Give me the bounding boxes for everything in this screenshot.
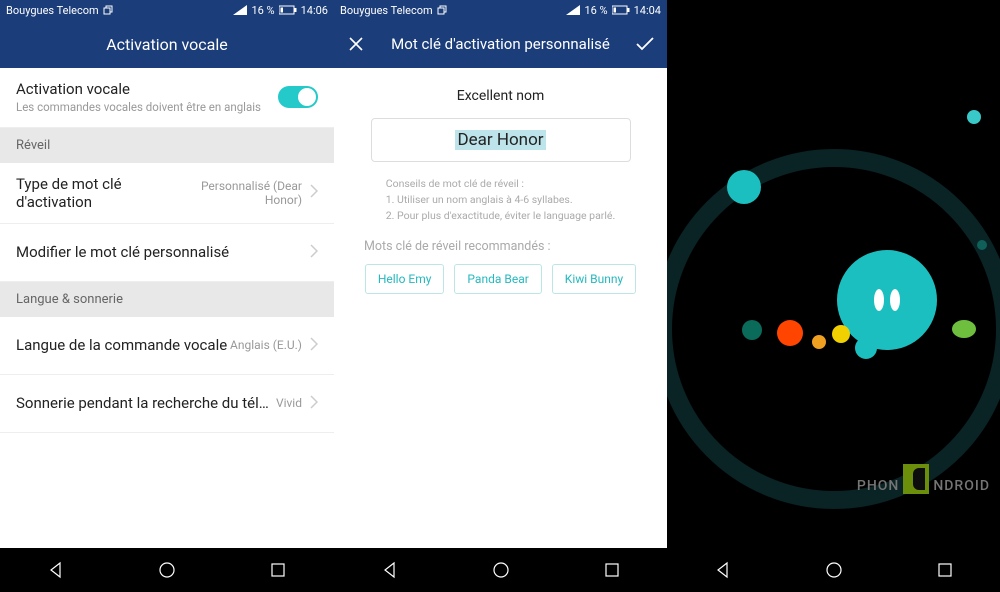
popup-icon bbox=[437, 5, 447, 15]
app-bar-title: Activation vocale bbox=[106, 35, 228, 54]
clock-text: 14:04 bbox=[634, 4, 661, 17]
chevron-right-icon bbox=[310, 243, 318, 262]
eye-icon bbox=[890, 289, 900, 311]
app-bar: Activation vocale bbox=[0, 20, 334, 68]
battery-text: 16 % bbox=[584, 4, 607, 17]
nav-back-button[interactable] bbox=[693, 555, 753, 585]
row-primary: Sonnerie pendant la recherche du tél… bbox=[16, 394, 276, 412]
keyword-input-value: Dear Honor bbox=[455, 130, 545, 150]
toggle-switch[interactable] bbox=[278, 86, 318, 108]
close-button[interactable] bbox=[344, 32, 368, 56]
screen-custom-keyword: Bouygues Telecom 16 % 14:04 Mot clé d'ac… bbox=[334, 0, 667, 592]
row-value: Anglais (E.U.) bbox=[230, 338, 302, 352]
row-sonnerie[interactable]: Sonnerie pendant la recherche du tél… Vi… bbox=[0, 375, 334, 433]
planet-dot bbox=[832, 325, 850, 343]
section-header-reveil: Réveil bbox=[0, 128, 334, 163]
nav-home-button[interactable] bbox=[137, 555, 197, 585]
nav-recents-button[interactable] bbox=[248, 555, 308, 585]
row-type-activation[interactable]: Type de mot clé d'activation Personnalis… bbox=[0, 163, 334, 224]
watermark-logo-icon bbox=[903, 464, 929, 494]
row-modify-keyword[interactable]: Modifier le mot clé personnalisé bbox=[0, 224, 334, 282]
nav-back-button[interactable] bbox=[360, 555, 420, 585]
screen-activation-vocale: Bouygues Telecom 16 % 14:06 Activation v… bbox=[0, 0, 334, 592]
watermark-text: PHON bbox=[857, 478, 899, 494]
nav-bar bbox=[334, 548, 667, 592]
keyword-input[interactable]: Dear Honor bbox=[371, 118, 631, 162]
planet-dot bbox=[855, 337, 877, 359]
planet-dot bbox=[812, 335, 826, 349]
nav-bar bbox=[667, 548, 1000, 592]
nav-back-button[interactable] bbox=[26, 555, 86, 585]
battery-icon bbox=[279, 5, 297, 15]
popup-icon bbox=[103, 5, 113, 15]
feedback-label: Excellent nom bbox=[457, 88, 545, 104]
assistant-visualization: PHON NDROID bbox=[667, 0, 1000, 548]
tips-text: Conseils de mot clé de réveil : 1. Utili… bbox=[386, 176, 615, 223]
signal-icon bbox=[233, 5, 247, 15]
row-primary: Modifier le mot clé personnalisé bbox=[16, 243, 310, 261]
row-primary: Type de mot clé d'activation bbox=[16, 175, 192, 211]
carrier-label: Bouygues Telecom bbox=[6, 4, 99, 17]
chevron-right-icon bbox=[310, 336, 318, 355]
signal-icon bbox=[566, 5, 580, 15]
row-value: Vivid bbox=[276, 396, 302, 410]
row-primary: Activation vocale bbox=[16, 80, 278, 98]
chevron-right-icon bbox=[310, 183, 318, 202]
planet-dot bbox=[967, 110, 981, 124]
nav-recents-button[interactable] bbox=[582, 555, 642, 585]
nav-home-button[interactable] bbox=[804, 555, 864, 585]
watermark-text: NDROID bbox=[933, 478, 990, 494]
watermark: PHON NDROID bbox=[857, 464, 990, 494]
section-header-langue: Langue & sonnerie bbox=[0, 282, 334, 317]
clock-text: 14:06 bbox=[301, 4, 328, 17]
nav-home-button[interactable] bbox=[471, 555, 531, 585]
row-secondary: Les commandes vocales doivent être en an… bbox=[16, 100, 278, 115]
settings-list: Activation vocale Les commandes vocales … bbox=[0, 68, 334, 548]
battery-icon bbox=[612, 5, 630, 15]
status-bar: Bouygues Telecom 16 % 14:04 bbox=[334, 0, 667, 20]
planet-dot bbox=[727, 170, 761, 204]
planet-dot bbox=[977, 240, 987, 250]
chevron-right-icon bbox=[310, 394, 318, 413]
carrier-label: Bouygues Telecom bbox=[340, 4, 433, 17]
eye-icon bbox=[874, 289, 884, 311]
nav-bar bbox=[0, 548, 334, 592]
app-bar-title: Mot clé d'activation personnalisé bbox=[391, 35, 610, 53]
app-bar: Mot clé d'activation personnalisé bbox=[334, 20, 667, 68]
nav-recents-button[interactable] bbox=[915, 555, 975, 585]
assistant-face-icon bbox=[837, 250, 937, 350]
recommend-label: Mots clé de réveil recommandés : bbox=[358, 239, 643, 254]
keyword-editor: Excellent nom Dear Honor Conseils de mot… bbox=[334, 68, 667, 548]
confirm-button[interactable] bbox=[633, 32, 657, 56]
battery-text: 16 % bbox=[251, 4, 274, 17]
status-bar: Bouygues Telecom 16 % 14:06 bbox=[0, 0, 334, 20]
toggle-row-activation[interactable]: Activation vocale Les commandes vocales … bbox=[0, 68, 334, 128]
planet-dot bbox=[742, 320, 762, 340]
chip-hello-emy[interactable]: Hello Emy bbox=[365, 264, 445, 294]
chip-panda-bear[interactable]: Panda Bear bbox=[454, 264, 541, 294]
row-primary: Langue de la commande vocale bbox=[16, 336, 230, 354]
planet-dot bbox=[952, 320, 976, 338]
row-langue-commande[interactable]: Langue de la commande vocale Anglais (E.… bbox=[0, 317, 334, 375]
screen-voice-assistant: PHON NDROID bbox=[667, 0, 1000, 592]
row-value: Personnalisé (Dear Honor) bbox=[192, 179, 302, 207]
recommended-chips: Hello Emy Panda Bear Kiwi Bunny bbox=[365, 264, 636, 294]
planet-dot bbox=[777, 320, 803, 346]
chip-kiwi-bunny[interactable]: Kiwi Bunny bbox=[552, 264, 636, 294]
